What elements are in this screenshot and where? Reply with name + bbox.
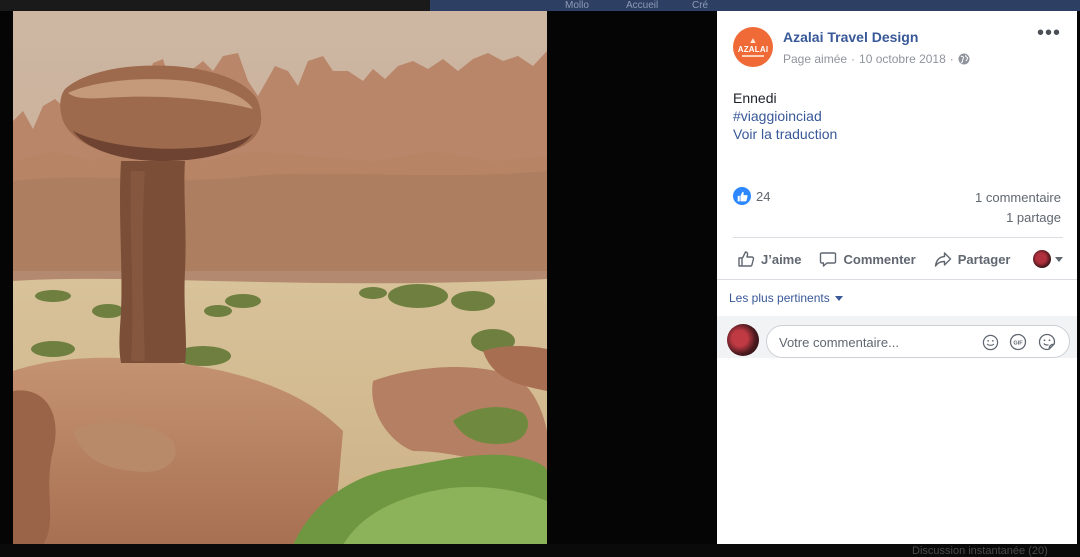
shares-count-link[interactable]: 1 partage — [975, 208, 1061, 228]
comment-composer: GIF — [717, 316, 1077, 358]
background-page-strip: Discussion instantanée (20) — [0, 544, 1080, 557]
comment-button[interactable]: Commenter — [819, 250, 916, 268]
comments-count-link[interactable]: 1 commentaire — [975, 188, 1061, 208]
like-reaction-icon — [733, 187, 751, 205]
thumbs-up-icon — [738, 251, 755, 267]
post-meta: Page aimée · 10 octobre 2018 · — [783, 52, 970, 66]
comment-input[interactable] — [779, 333, 969, 351]
user-avatar — [1033, 250, 1051, 268]
gif-icon[interactable]: GIF — [1009, 333, 1027, 351]
post-photo[interactable] — [13, 11, 547, 545]
background-nav-text: Accueil — [626, 0, 659, 11]
reactions-summary[interactable]: 24 — [733, 187, 770, 205]
comment-button-label: Commenter — [843, 251, 916, 267]
post-text-line: Ennedi — [733, 90, 777, 106]
page-liked-label: Page aimée — [783, 52, 848, 66]
photo-illustration — [13, 11, 547, 545]
hashtag-link[interactable]: #viaggioinciad — [733, 107, 837, 125]
background-navbar — [430, 0, 1080, 11]
comment-sort-dropdown[interactable]: Les plus pertinents — [729, 291, 843, 305]
background-nav-text: Mollo — [565, 0, 589, 11]
logo-mark-icon: ⛰ — [750, 36, 756, 45]
avatar-logo-underline — [742, 54, 764, 57]
meta-separator: · — [949, 52, 954, 66]
comment-box[interactable]: GIF — [766, 325, 1070, 358]
svg-text:GIF: GIF — [1013, 340, 1023, 346]
like-count: 24 — [756, 188, 771, 204]
engagement-counts: 1 commentaire 1 partage — [975, 188, 1061, 228]
share-as-selector[interactable] — [1033, 250, 1063, 268]
post-date-link[interactable]: 10 octobre 2018 — [859, 52, 946, 66]
meta-separator: · — [851, 52, 856, 66]
background-nav-text: Cré — [692, 0, 709, 11]
share-button-label: Partager — [957, 251, 1011, 267]
caret-down-icon — [1055, 256, 1063, 262]
more-options-button[interactable]: ••• — [1037, 23, 1061, 43]
caret-down-icon — [834, 295, 843, 301]
emoji-icon[interactable] — [981, 333, 999, 351]
divider — [733, 237, 1063, 238]
avatar-logo-text: AZALAI — [737, 44, 769, 54]
post-text: Ennedi #viaggioinciad Voir la traduction — [733, 89, 837, 143]
share-button[interactable]: Partager — [934, 250, 1011, 268]
post-side-panel: ⛰ AZALAI Azalai Travel Design Page aimée… — [717, 11, 1077, 544]
see-translation-link[interactable]: Voir la traduction — [733, 125, 837, 143]
globe-icon[interactable] — [958, 53, 970, 65]
background-page-strip: Mollo Accueil Cré — [0, 0, 1080, 11]
divider — [717, 279, 1077, 280]
user-avatar[interactable] — [727, 324, 759, 356]
comment-icon — [820, 252, 837, 267]
page-avatar[interactable]: ⛰ AZALAI — [733, 27, 773, 67]
sticker-icon[interactable] — [1038, 333, 1056, 351]
share-arrow-icon — [934, 252, 951, 267]
post-actions-bar: J’aime Commenter Partager — [733, 244, 1063, 274]
page-name-link[interactable]: Azalai Travel Design — [783, 29, 918, 45]
like-button[interactable]: J’aime — [737, 250, 801, 268]
sort-label: Les plus pertinents — [729, 291, 830, 305]
like-button-label: J’aime — [761, 251, 802, 267]
background-chat-text: Discussion instantanée (20) — [912, 545, 1048, 557]
